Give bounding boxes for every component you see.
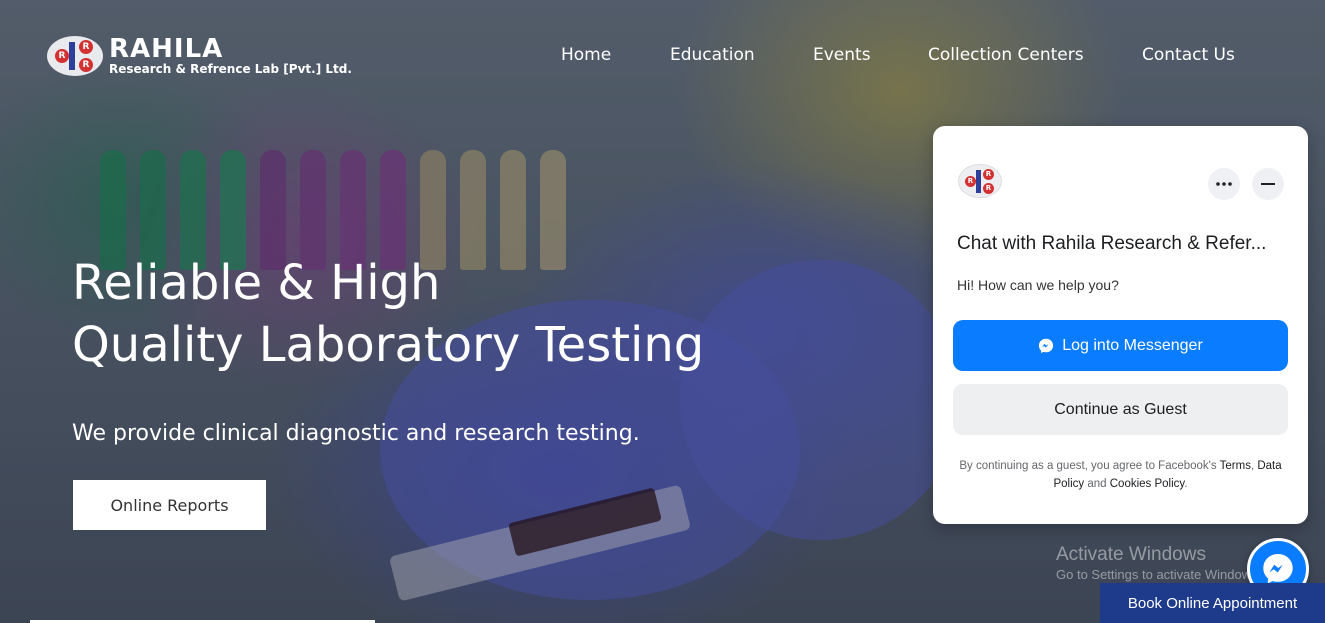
blood-sample-image — [508, 487, 662, 557]
nav-collection-centers[interactable]: Collection Centers — [928, 45, 1084, 65]
more-options-button[interactable] — [1208, 168, 1240, 200]
main-nav: Home Education Events Collection Centers… — [0, 45, 1325, 69]
messenger-chat-widget: R R R Chat with Rahila Research & Refer.… — [933, 126, 1308, 524]
more-icon — [1216, 182, 1232, 186]
online-reports-button[interactable]: Online Reports — [73, 480, 266, 530]
watermark-line1: Activate Windows — [1056, 544, 1206, 565]
continue-as-guest-button[interactable]: Continue as Guest — [953, 384, 1288, 435]
watermark-line2: Go to Settings to activate Windows. — [1056, 567, 1262, 582]
book-online-appointment-button[interactable]: Book Online Appointment — [1100, 583, 1325, 623]
chat-legal-text: By continuing as a guest, you agree to F… — [959, 460, 1282, 490]
hero-headline: Reliable & High Quality Laboratory Testi… — [72, 252, 772, 376]
syringe-image — [388, 484, 692, 602]
hero-headline-line1: Reliable & High — [72, 255, 441, 311]
nav-events[interactable]: Events — [813, 45, 871, 65]
nav-contact-us[interactable]: Contact Us — [1142, 45, 1235, 65]
page-avatar: R R R — [958, 164, 1002, 198]
windows-activation-watermark: Activate Windows Go to Settings to activ… — [1056, 544, 1261, 582]
nav-home[interactable]: Home — [561, 45, 611, 65]
minimize-button[interactable] — [1252, 168, 1284, 200]
cookies-policy-link[interactable]: Cookies Policy — [1110, 478, 1185, 490]
log-into-messenger-label: Log into Messenger — [1062, 336, 1203, 354]
minimize-icon — [1261, 183, 1275, 185]
chat-greeting: Hi! How can we help you? — [957, 277, 1119, 293]
hero-subline: We provide clinical diagnostic and resea… — [72, 421, 640, 446]
log-into-messenger-button[interactable]: Log into Messenger — [953, 320, 1288, 371]
chat-title: Chat with Rahila Research & Refer... — [957, 233, 1267, 254]
terms-link[interactable]: Terms — [1220, 460, 1251, 472]
nav-education[interactable]: Education — [670, 45, 755, 65]
messenger-icon — [1263, 554, 1293, 584]
messenger-icon — [1039, 338, 1054, 353]
hero-headline-line2: Quality Laboratory Testing — [72, 317, 705, 373]
